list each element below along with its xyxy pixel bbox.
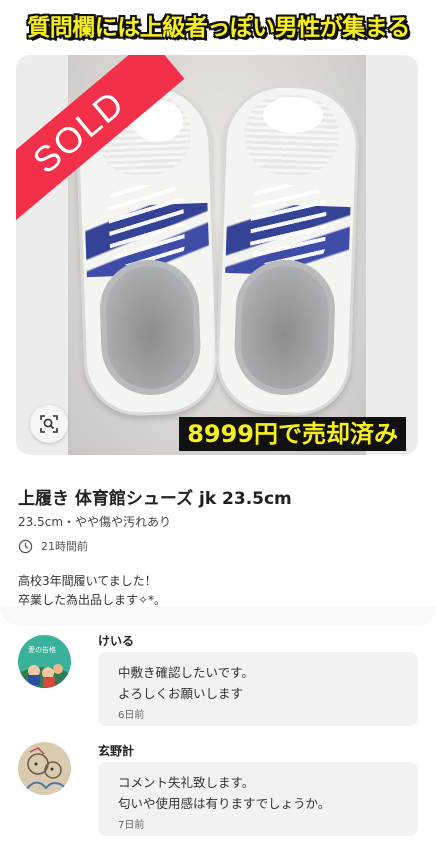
posted-time: 21時間前: [18, 538, 88, 554]
comment-text: 匂いや使用感は有りますでしょうか。: [118, 796, 331, 811]
clock-icon: [18, 539, 33, 553]
item-description: 高校3年間履いてました！ 卒業した為出品します✧*。: [18, 572, 166, 610]
headline-text: 質問欄には上級者っぽい男性が集まる: [27, 15, 410, 41]
commenter-name[interactable]: けいる: [98, 632, 134, 649]
comment-text: コメント失礼致します。: [118, 775, 255, 790]
comment-text: よろしくお願いします: [118, 686, 244, 701]
zoom-button[interactable]: [30, 405, 68, 443]
avatar[interactable]: [18, 742, 71, 795]
comment-text: 中敷き確認したいです。: [118, 665, 254, 680]
comment-time: 6日前: [118, 710, 145, 721]
comment-item: 愛の告格 けいる 中敷き確認したいです。 よろしくお願いします 6日前: [18, 632, 418, 732]
headline-banner: 質問欄には上級者っぽい男性が集まる: [0, 0, 437, 50]
zoom-search-icon: [40, 415, 58, 433]
sold-price-caption: 8999円で売却済み: [179, 417, 406, 451]
posted-time-text: 21時間前: [41, 540, 88, 553]
avatar-text: 愛の告格: [28, 645, 56, 654]
comment-bubble: 中敷き確認したいです。 よろしくお願いします 6日前: [98, 652, 418, 726]
comment-item: 玄野計 コメント失礼致します。 匂いや使用感は有りますでしょうか。 7日前: [18, 742, 418, 842]
comment-bubble: コメント失礼致します。 匂いや使用感は有りますでしょうか。 7日前: [98, 762, 418, 836]
commenter-name[interactable]: 玄野計: [98, 742, 134, 759]
right-shoe: [214, 82, 361, 418]
item-condition: 23.5cm・やや傷や汚れあり: [18, 515, 172, 529]
product-photo[interactable]: SOLD 8999円で売却済み: [16, 55, 418, 455]
blur-patch: [263, 97, 323, 133]
item-title: 上履き 体育館シューズ jk 23.5cm: [18, 489, 292, 509]
section-divider: [0, 606, 437, 626]
description-line: 高校3年間履いてました！: [18, 574, 157, 588]
avatar[interactable]: 愛の告格: [18, 635, 71, 688]
comment-time: 7日前: [118, 820, 145, 831]
